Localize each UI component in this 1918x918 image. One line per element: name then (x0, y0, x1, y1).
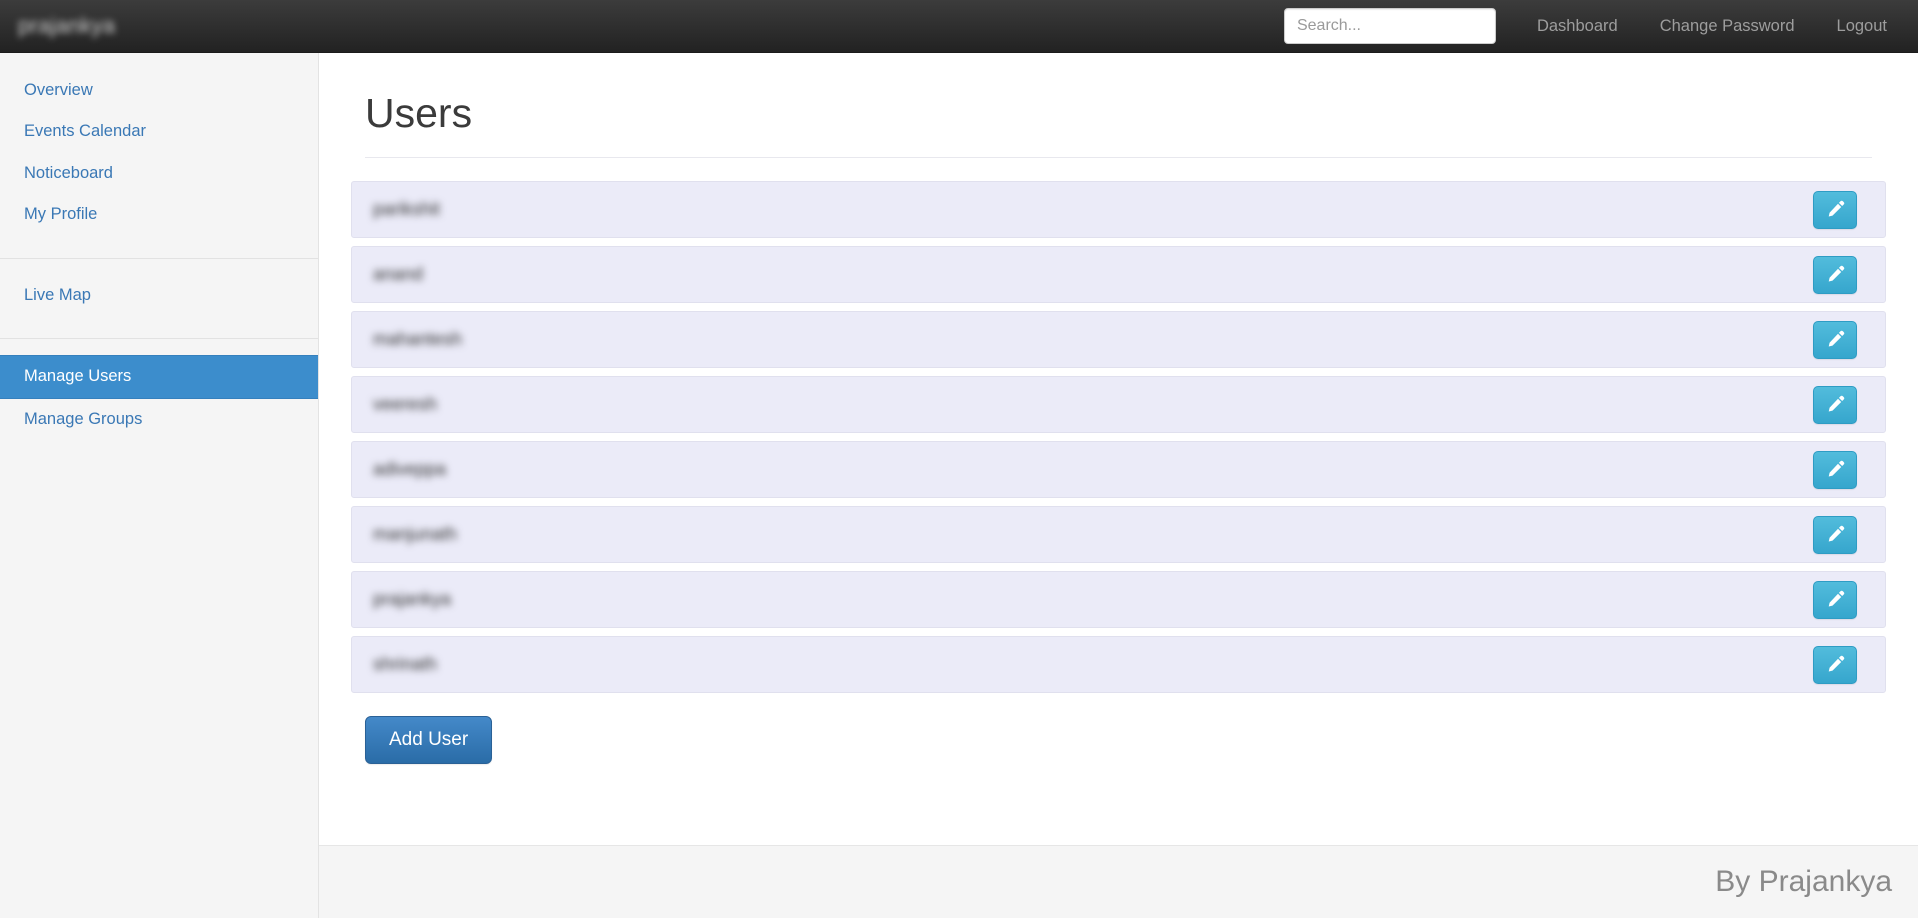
sidebar-item-live-map[interactable]: Live Map (0, 275, 318, 316)
table-row[interactable]: mahantesh (351, 311, 1886, 369)
top-navbar: prajankya Dashboard Change Password Logo… (0, 0, 1918, 53)
pencil-icon (1828, 460, 1844, 477)
user-name: mahantesh (373, 329, 463, 350)
search-input[interactable] (1283, 8, 1496, 44)
search-form (1283, 8, 1496, 44)
sidebar-group-primary: Overview Events Calendar Noticeboard My … (0, 70, 318, 244)
user-name: anand (373, 264, 424, 285)
pencil-icon (1828, 655, 1844, 672)
user-name: prajankya (373, 589, 452, 610)
sidebar-item-manage-users[interactable]: Manage Users (0, 355, 318, 399)
page-footer: By Prajankya (319, 845, 1918, 918)
pencil-icon (1828, 525, 1844, 542)
pencil-icon (1828, 395, 1844, 412)
table-row[interactable]: prajankya (351, 571, 1886, 629)
user-name: shrinath (373, 654, 438, 675)
brand-logo[interactable]: prajankya (18, 13, 115, 39)
table-row[interactable]: shrinath (351, 636, 1886, 694)
edit-user-button[interactable] (1813, 450, 1857, 489)
user-name: manjunath (373, 524, 458, 545)
table-row[interactable]: manjunath (351, 506, 1886, 564)
sidebar-group-map: Live Map (0, 275, 318, 324)
user-list: parikshit anand mahantesh veeresh adivep… (351, 181, 1886, 694)
sidebar-item-events-calendar[interactable]: Events Calendar (0, 111, 318, 152)
page-title: Users (365, 90, 473, 136)
sidebar-item-manage-groups[interactable]: Manage Groups (0, 399, 318, 440)
edit-user-button[interactable] (1813, 385, 1857, 424)
table-row[interactable]: adiveppa (351, 441, 1886, 499)
nav-link-dashboard[interactable]: Dashboard (1516, 0, 1639, 53)
title-divider (365, 157, 1872, 159)
user-name: parikshit (373, 199, 441, 220)
nav-link-change-password[interactable]: Change Password (1639, 0, 1816, 53)
sidebar-item-noticeboard[interactable]: Noticeboard (0, 153, 318, 194)
sidebar-item-my-profile[interactable]: My Profile (0, 194, 318, 235)
add-user-button[interactable]: Add User (365, 716, 493, 764)
edit-user-button[interactable] (1813, 255, 1857, 294)
sidebar-divider-1 (0, 257, 318, 259)
user-name: veeresh (373, 394, 438, 415)
edit-user-button[interactable] (1813, 580, 1857, 619)
table-row[interactable]: veeresh (351, 376, 1886, 434)
pencil-icon (1828, 265, 1844, 282)
add-user-container: Add User (365, 716, 1918, 764)
sidebar-divider-2 (0, 338, 318, 340)
footer-credit: By Prajankya (1715, 865, 1892, 898)
pencil-icon (1828, 200, 1844, 217)
table-row[interactable]: parikshit (351, 181, 1886, 239)
pencil-icon (1828, 590, 1844, 607)
edit-user-button[interactable] (1813, 190, 1857, 229)
edit-user-button[interactable] (1813, 515, 1857, 554)
user-name: adiveppa (373, 459, 447, 480)
sidebar-item-overview[interactable]: Overview (0, 70, 318, 111)
edit-user-button[interactable] (1813, 645, 1857, 684)
edit-user-button[interactable] (1813, 320, 1857, 359)
pencil-icon (1828, 330, 1844, 347)
sidebar-group-admin: Manage Users Manage Groups (0, 355, 318, 448)
navbar-right-group: Dashboard Change Password Logout (1283, 0, 1918, 53)
nav-link-logout[interactable]: Logout (1816, 0, 1908, 53)
main-content: Users parikshit anand mahantesh veeresh … (319, 53, 1918, 845)
sidebar: Overview Events Calendar Noticeboard My … (0, 53, 319, 918)
table-row[interactable]: anand (351, 246, 1886, 304)
